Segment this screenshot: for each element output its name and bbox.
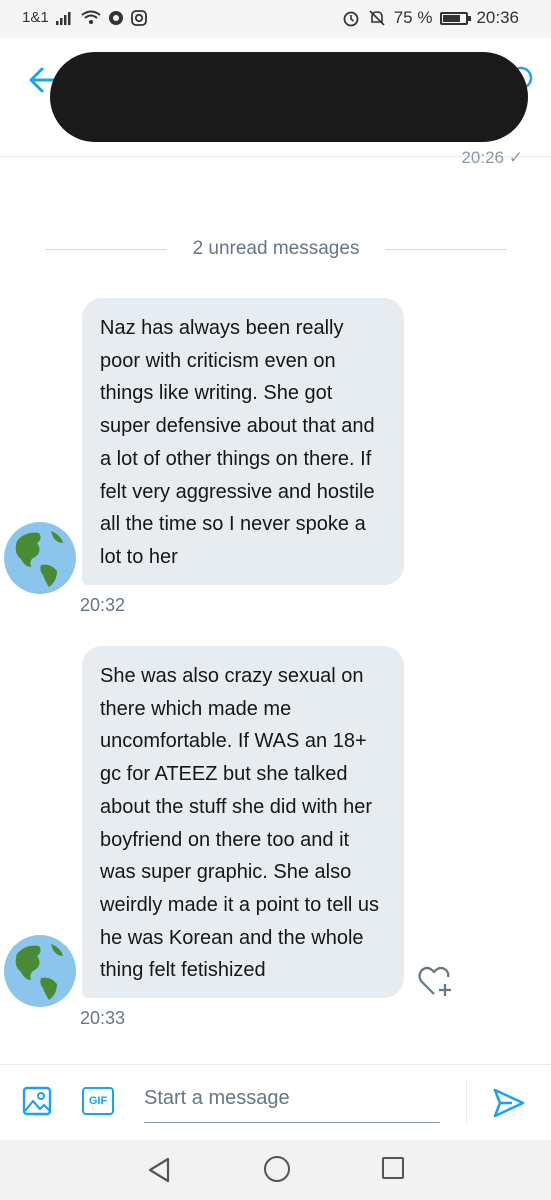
message-input-placeholder: Start a message [144,1087,290,1109]
status-right: 75 % 20:36 [342,8,519,28]
avatar-globe-icon[interactable] [3,521,77,595]
message-time: 20:33 [80,1008,126,1028]
battery-percent: 75 % [393,8,433,27]
wifi-icon [81,10,101,24]
signal-icon [55,11,71,25]
conversation-header [0,38,551,157]
status-bar: 1&1 75 % 20:36 [0,0,551,38]
avatar-globe-icon[interactable] [3,934,77,1008]
unread-divider: 2 unread messages [46,232,507,266]
message-composer: GIF Start a message [0,1064,551,1141]
send-icon[interactable] [492,1087,526,1119]
battery-icon [440,11,472,25]
message-text: Naz has always been really poor with cri… [100,317,375,568]
heart-plus-icon[interactable] [418,964,454,998]
gif-label: GIF [88,1095,108,1107]
nav-recents-icon[interactable] [382,1157,404,1179]
system-nav-bar [0,1140,551,1200]
clock: 20:36 [476,8,519,27]
alarm-icon [343,11,359,27]
seen-check-icon: ✓ [508,148,523,167]
mute-bell-icon [369,10,385,26]
message-input[interactable]: Start a message [144,1079,440,1123]
gif-button[interactable]: GIF [82,1087,114,1115]
instagram-icon [130,9,147,26]
nav-back-icon[interactable] [146,1156,172,1184]
message-time: 20:32 [80,595,126,615]
message-bubble[interactable]: Naz has always been really poor with cri… [82,298,404,585]
redacted-username [50,52,528,142]
message-bubble[interactable]: She was also crazy sexual on there which… [82,646,404,998]
nav-home-icon[interactable] [264,1156,290,1182]
message-text: She was also crazy sexual on there which… [100,665,380,982]
divider-line-right [385,248,507,250]
previous-message-time: 20:26 ✓ [461,148,523,167]
divider-line-left [46,248,167,250]
status-left: 1&1 [22,9,147,26]
unread-divider-label: 2 unread messages [192,238,360,259]
carrier-label: 1&1 [22,9,49,26]
media-icon [108,10,123,25]
image-icon[interactable] [22,1085,52,1117]
composer-separator [466,1079,467,1123]
